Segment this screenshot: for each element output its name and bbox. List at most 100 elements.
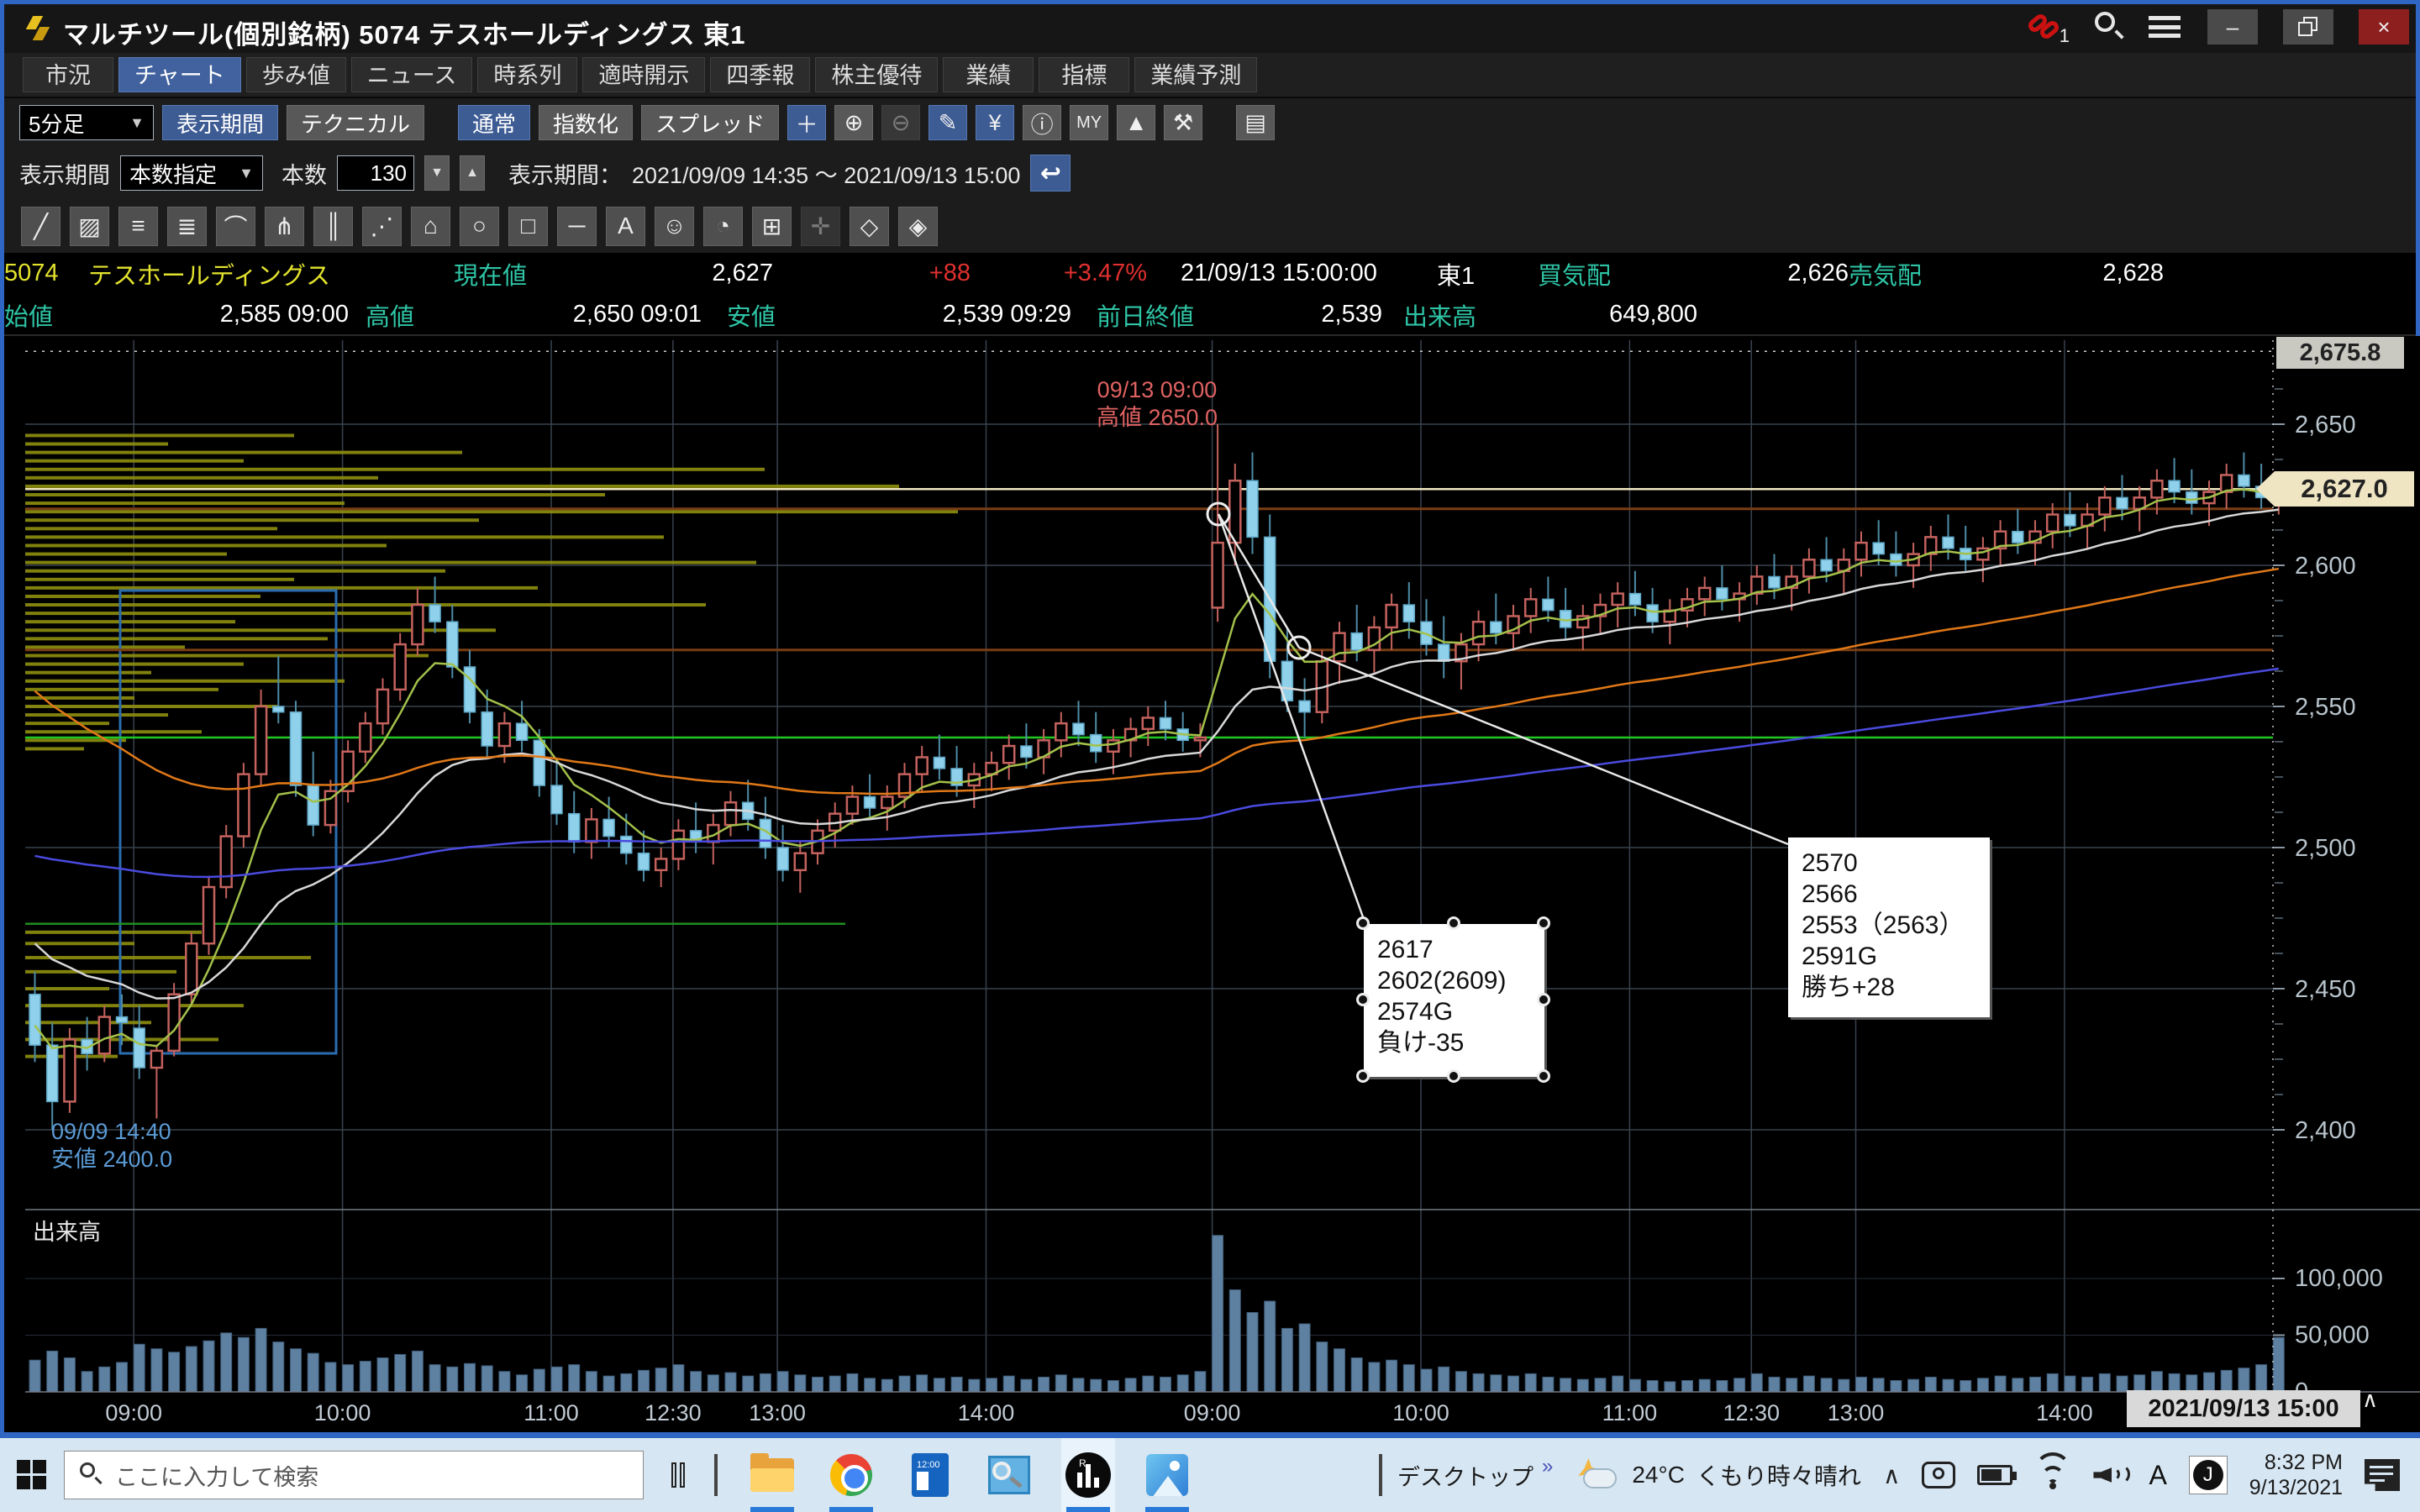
pencil-icon[interactable]: ✎ xyxy=(929,105,967,140)
start-button[interactable] xyxy=(0,1438,64,1512)
count-up-button[interactable]: ▲ xyxy=(460,155,485,191)
photos-app-icon[interactable] xyxy=(1140,1438,1194,1512)
tab-指標[interactable]: 指標 xyxy=(1039,57,1129,92)
desktop-toolbar-label[interactable]: デスクトップ xyxy=(1397,1459,1534,1492)
trade-note-box-right[interactable]: 257025662553（2563）2591G勝ち+28 xyxy=(1788,837,1990,1017)
minimize-button[interactable]: – xyxy=(2207,9,2258,45)
zoom-out-icon[interactable]: ⊖ xyxy=(881,105,920,140)
taskbar-search-input[interactable]: ここに入力して検索 xyxy=(64,1451,644,1499)
eraser-tool-icon[interactable]: ◇ xyxy=(850,207,889,246)
selection-handle[interactable] xyxy=(1447,916,1460,930)
crosshair-icon[interactable]: ＋ xyxy=(787,105,826,140)
selection-handle[interactable] xyxy=(1537,1069,1550,1083)
count-down-button[interactable]: ▼ xyxy=(424,155,450,191)
speaker-icon[interactable] xyxy=(2093,1461,2127,1489)
mode-button-通常[interactable]: 通常 xyxy=(458,105,530,140)
ime-mode-indicator[interactable]: A xyxy=(2149,1460,2166,1491)
count-mode-select[interactable]: 本数指定▼ xyxy=(120,155,263,191)
tab-チャート[interactable]: チャート xyxy=(118,57,241,92)
erase-all-tool-icon[interactable]: ◈ xyxy=(898,207,938,246)
wifi-icon[interactable] xyxy=(2034,1461,2071,1489)
quote-cell: 安値 xyxy=(702,297,828,333)
mountain-chart-icon[interactable]: ▲ xyxy=(1117,105,1155,140)
volume-profile-bar xyxy=(25,663,244,666)
reload-button[interactable]: ↩ xyxy=(1030,155,1071,192)
rectangle-tool-icon[interactable]: □ xyxy=(508,207,548,246)
trading-app-icon[interactable]: R xyxy=(1061,1438,1115,1512)
restore-button[interactable] xyxy=(2283,9,2333,45)
text-tool-icon[interactable]: A xyxy=(606,207,645,246)
dense-horizontal-lines-tool-icon[interactable]: ≣ xyxy=(167,207,207,246)
close-button[interactable]: × xyxy=(2359,9,2409,45)
tab-ニュース[interactable]: ニュース xyxy=(351,57,473,92)
toolbar-button-テクニカル[interactable]: テクニカル xyxy=(287,105,424,140)
quote-cell: 2,626 xyxy=(1660,260,1849,287)
wrench-icon[interactable]: ⚒ xyxy=(1164,105,1202,140)
printer-icon[interactable]: ▤ xyxy=(1236,105,1275,140)
pentagon-tool-icon[interactable]: ⌂ xyxy=(411,207,450,246)
volume-bar xyxy=(586,1372,597,1392)
candle-down xyxy=(291,712,302,785)
selection-handle[interactable] xyxy=(1447,1069,1460,1083)
magnifier-app-icon[interactable] xyxy=(982,1438,1036,1512)
horizontal-lines-tool-icon[interactable]: ≡ xyxy=(118,207,158,246)
battery-icon[interactable] xyxy=(1977,1465,2012,1485)
menu-icon[interactable] xyxy=(2147,13,2182,41)
hand-drag-tool-icon[interactable]: ✛ xyxy=(801,207,840,246)
tab-適時開示[interactable]: 適時開示 xyxy=(582,57,705,92)
chrome-icon[interactable] xyxy=(824,1438,878,1512)
selection-handle[interactable] xyxy=(1537,993,1550,1006)
file-explorer-icon[interactable] xyxy=(745,1438,799,1512)
capture-tray-icon[interactable] xyxy=(1922,1462,1955,1488)
mode-button-スプレッド[interactable]: スプレッド xyxy=(641,105,779,140)
vertical-lines-tool-icon[interactable]: ║ xyxy=(313,207,353,246)
horizontal-segment-tool-icon[interactable]: ─ xyxy=(557,207,597,246)
taskbar-clock[interactable]: 8:32 PM 9/13/2021 xyxy=(2249,1450,2343,1500)
desktop-chevron-icon[interactable]: » xyxy=(1542,1455,1553,1478)
mode-button-指数化[interactable]: 指数化 xyxy=(539,105,633,140)
my-chart-icon[interactable]: MY xyxy=(1070,105,1108,140)
ellipse-tool-icon[interactable]: ○ xyxy=(460,207,499,246)
tab-市況[interactable]: 市況 xyxy=(23,57,113,92)
tab-四季報[interactable]: 四季報 xyxy=(710,57,810,92)
volume-bar xyxy=(1612,1376,1623,1392)
selection-handle[interactable] xyxy=(1356,916,1370,930)
weather-widget[interactable]: 24°C くもり時々晴れ xyxy=(1576,1457,1861,1494)
fibonacci-fan-tool-icon[interactable]: ⋔ xyxy=(265,207,304,246)
yen-icon[interactable]: ¥ xyxy=(976,105,1014,140)
info-icon[interactable]: ⓘ xyxy=(1023,105,1061,140)
candlestick-chart[interactable]: 09:0010:0011:0012:3013:0014:0009:0010:00… xyxy=(4,336,2420,1434)
clock-tile-app-icon[interactable]: 12:00 xyxy=(903,1438,957,1512)
task-view-button[interactable] xyxy=(657,1454,699,1496)
parallel-line-tool-icon[interactable]: ▨ xyxy=(70,207,109,246)
time-cycle-tool-icon[interactable]: ◔ xyxy=(703,207,743,246)
high-annotation[interactable]: 09/13 09:00 高値 2650.0 xyxy=(1073,376,1241,432)
toolbar-button-表示期間[interactable]: 表示期間 xyxy=(162,105,278,140)
note-line: 2566 xyxy=(1802,879,1976,910)
trendline-tool-icon[interactable]: ╱ xyxy=(21,207,60,246)
selection-handle[interactable] xyxy=(1356,993,1370,1006)
icon-stamp-tool-icon[interactable]: ☺ xyxy=(655,207,694,246)
search-icon[interactable] xyxy=(2091,10,2125,44)
hidden-icons-chevron[interactable]: ∧ xyxy=(1883,1462,1901,1489)
selection-handle[interactable] xyxy=(1356,1069,1370,1083)
ime-language-icon[interactable]: J xyxy=(2189,1456,2228,1494)
copy-object-tool-icon[interactable]: ⊞ xyxy=(752,207,792,246)
tab-時系列[interactable]: 時系列 xyxy=(477,57,577,92)
interval-select[interactable]: 5分足▼ xyxy=(19,105,154,140)
chart-area[interactable]: 09:0010:0011:0012:3013:0014:0009:0010:00… xyxy=(4,336,2420,1434)
count-input[interactable]: 130 xyxy=(337,155,414,191)
tab-業績予測[interactable]: 業績予測 xyxy=(1134,57,1257,92)
candle-down xyxy=(481,712,492,746)
zoom-in-icon[interactable]: ⊕ xyxy=(834,105,873,140)
tab-株主優待[interactable]: 株主優待 xyxy=(815,57,938,92)
link-group-icon[interactable]: 1 xyxy=(2026,10,2070,44)
low-annotation[interactable]: 09/09 14:40 安値 2400.0 xyxy=(51,1118,219,1173)
gann-fan-tool-icon[interactable]: ⋰ xyxy=(362,207,402,246)
notification-center-icon[interactable] xyxy=(2365,1459,2400,1491)
tab-業績[interactable]: 業績 xyxy=(943,57,1034,92)
selection-handle[interactable] xyxy=(1537,916,1550,930)
tab-歩み値[interactable]: 歩み値 xyxy=(246,57,346,92)
trade-note-box-left[interactable]: 26172602(2609)2574G負け-35 xyxy=(1364,924,1544,1077)
fibonacci-arc-tool-icon[interactable]: ⌒ xyxy=(216,207,255,246)
